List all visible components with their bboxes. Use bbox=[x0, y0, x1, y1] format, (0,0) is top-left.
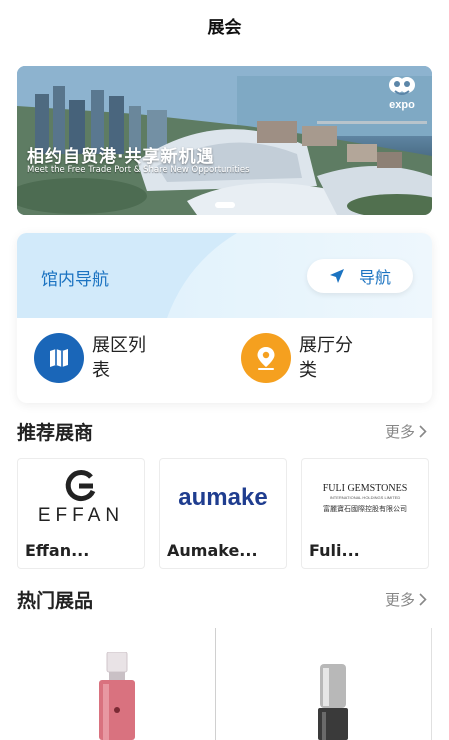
more-label: 更多 bbox=[384, 423, 415, 441]
location-pin-icon bbox=[257, 347, 275, 370]
product-image-spray-bottle[interactable] bbox=[95, 652, 139, 740]
exhibitor-logo-fuli: FULI GEMSTONES INTERNATIONAL HOLDINGS LI… bbox=[302, 459, 428, 537]
expo-logo: expo bbox=[384, 76, 420, 116]
chevron-right-icon bbox=[419, 425, 427, 438]
exhibitor-logo-effan: EFFAN bbox=[18, 459, 144, 537]
hot-products-more-link[interactable]: 更多 bbox=[385, 589, 427, 610]
banner-headline: 相约自贸港·共享新机遇 bbox=[27, 147, 215, 167]
hot-products-title: 热门展品 bbox=[17, 590, 94, 612]
recommended-exhibitors-title: 推荐展商 bbox=[17, 422, 94, 444]
exhibitor-name: Effan... bbox=[25, 541, 90, 560]
fuli-logo-chinese: 富麗寶石國際控股有限公司 bbox=[323, 504, 407, 513]
top-bar: 展会 bbox=[0, 0, 449, 50]
exhibitor-card[interactable]: FULI GEMSTONES INTERNATIONAL HOLDINGS LI… bbox=[301, 458, 429, 569]
exhibitor-name: Aumake... bbox=[167, 541, 258, 560]
venue-navigation-header: 馆内导航 导航 bbox=[17, 233, 432, 318]
carousel-indicator[interactable] bbox=[215, 202, 235, 208]
navigate-button-label: 导航 bbox=[358, 268, 391, 287]
banner-carousel[interactable]: 相约自贸港·共享新机遇 Meet the Free Trade Port & S… bbox=[17, 66, 432, 215]
venue-navigation-card: 馆内导航 导航 展区列表 展厅分类 bbox=[17, 233, 432, 403]
fuli-logo-text: FULI GEMSTONES bbox=[322, 482, 408, 494]
hall-category-label: 展厅分类 bbox=[299, 335, 353, 381]
exhibition-area-list-item[interactable]: 展区列表 bbox=[34, 333, 156, 383]
map-icon bbox=[50, 349, 68, 367]
effan-logo-text: EFFAN bbox=[37, 505, 125, 526]
product-image-serum-bottle[interactable] bbox=[314, 664, 352, 740]
fuli-logo-subtext: INTERNATIONAL HOLDINGS LIMITED bbox=[329, 494, 401, 500]
page-title: 展会 bbox=[207, 17, 242, 38]
more-label: 更多 bbox=[384, 591, 415, 609]
recommended-exhibitors-more-link[interactable]: 更多 bbox=[385, 421, 427, 442]
hall-category-item[interactable]: 展厅分类 bbox=[241, 333, 363, 383]
exhibitor-card[interactable]: aumake Aumake... bbox=[159, 458, 287, 569]
exhibition-area-list-label: 展区列表 bbox=[92, 335, 146, 381]
product-divider bbox=[431, 628, 432, 740]
expo-mark-icon bbox=[389, 77, 415, 95]
venue-navigation-title: 馆内导航 bbox=[41, 270, 109, 290]
exhibitor-logo-aumake: aumake bbox=[160, 459, 286, 537]
chevron-right-icon bbox=[419, 593, 427, 606]
product-divider bbox=[215, 628, 216, 740]
banner-subline: Meet the Free Trade Port & Share New Opp… bbox=[27, 165, 250, 175]
banner-image bbox=[17, 66, 432, 215]
effan-logo-mark bbox=[65, 470, 96, 502]
navigate-button[interactable]: 导航 bbox=[307, 259, 413, 293]
location-icon-circle bbox=[241, 333, 291, 383]
navigation-arrow-icon bbox=[329, 269, 344, 283]
map-icon-circle bbox=[34, 333, 84, 383]
hot-products-list bbox=[17, 628, 432, 740]
exhibitor-name: Fuli... bbox=[309, 541, 360, 560]
aumake-logo-text: aumake bbox=[178, 484, 268, 511]
expo-logo-text: expo bbox=[389, 99, 415, 111]
exhibitor-card[interactable]: EFFAN Effan... bbox=[17, 458, 145, 569]
